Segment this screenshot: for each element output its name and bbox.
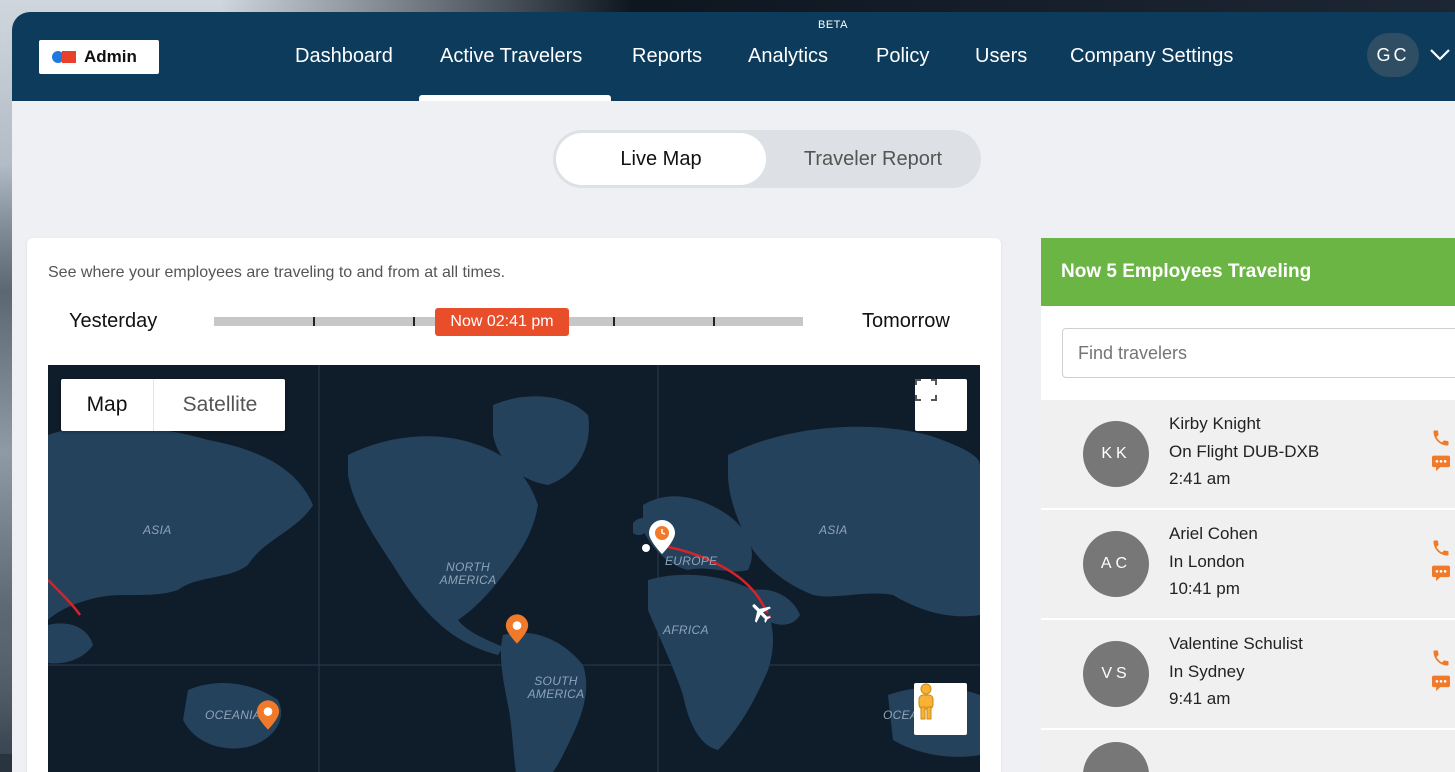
map-type-satellite-button[interactable]: Satellite: [153, 379, 286, 431]
logo-label: Admin: [84, 47, 137, 66]
region-label-africa: AFRICA: [663, 623, 709, 637]
nav-users[interactable]: Users: [975, 45, 1027, 68]
logo-square-icon: [62, 51, 76, 63]
phone-icon[interactable]: [1431, 428, 1451, 448]
nav-policy[interactable]: Policy: [876, 45, 929, 68]
nav-reports[interactable]: Reports: [632, 45, 702, 68]
traveler-status: In London: [1169, 552, 1245, 571]
map-type-toggle: Map Satellite: [61, 379, 285, 431]
map-type-map-button[interactable]: Map: [61, 379, 153, 431]
nav-analytics[interactable]: Analytics: [748, 45, 828, 68]
traveler-local-time: 10:41 pm: [1169, 579, 1240, 598]
timeline-tick: [413, 317, 415, 326]
live-map-card: See where your employees are traveling t…: [27, 238, 1001, 772]
region-label-oceania-east: OCEA: [883, 708, 919, 722]
region-label-south-america: SOUTH AMERICA: [527, 674, 585, 701]
region-label-europe: EUROPE: [665, 554, 718, 568]
phone-icon[interactable]: [1431, 648, 1451, 668]
traveler-row[interactable]: AC Ariel Cohen In London 10:41 pm: [1041, 510, 1455, 620]
traveler-avatar: AC: [1083, 531, 1149, 597]
traveler-avatar: [1083, 742, 1149, 772]
timeline-now-handle[interactable]: Now 02:41 pm: [435, 308, 569, 336]
chat-icon[interactable]: [1431, 454, 1451, 472]
region-label-asia-east: ASIA: [819, 523, 848, 537]
traveler-row[interactable]: VS Valentine Schulist In Sydney 9:41 am: [1041, 620, 1455, 730]
active-nav-indicator: [419, 95, 611, 101]
chat-icon[interactable]: [1431, 674, 1451, 692]
traveler-row[interactable]: [1041, 730, 1455, 772]
airplane-icon[interactable]: [748, 599, 774, 625]
traveler-status: In Sydney: [1169, 662, 1245, 681]
nav-company-settings[interactable]: Company Settings: [1070, 45, 1233, 68]
user-avatar[interactable]: GC: [1367, 33, 1419, 77]
timeline-yesterday-label: Yesterday: [69, 310, 158, 332]
map-description: See where your employees are traveling t…: [48, 264, 506, 281]
pegman-icon: [918, 683, 934, 720]
chevron-down-icon[interactable]: [1428, 42, 1452, 66]
traveler-row[interactable]: KK Kirby Knight On Flight DUB-DXB 2:41 a…: [1041, 400, 1455, 510]
region-label-north-america: NORTH AMERICA: [439, 560, 497, 587]
travelers-count-header: Now 5 Employees Traveling: [1041, 238, 1455, 306]
traveler-local-time: 2:41 am: [1169, 469, 1231, 488]
tab-live-map[interactable]: Live Map: [556, 133, 766, 185]
top-navigation: Admin Dashboard Active Travelers Reports…: [12, 12, 1455, 101]
map-pin-icon[interactable]: [505, 613, 529, 645]
timeline-tomorrow-label: Tomorrow: [862, 310, 950, 332]
travelers-list: KK Kirby Knight On Flight DUB-DXB 2:41 a…: [1041, 400, 1455, 772]
region-label-oceania: OCEANIA: [205, 708, 262, 722]
timeline-tick: [313, 317, 315, 326]
chat-icon[interactable]: [1431, 564, 1451, 582]
timeline-tick: [713, 317, 715, 326]
beta-badge: BETA: [818, 19, 848, 31]
traveler-name: Kirby Knight: [1169, 414, 1261, 433]
traveler-name: Ariel Cohen: [1169, 524, 1258, 543]
traveler-name: Valentine Schulist: [1169, 634, 1303, 653]
nav-active-travelers[interactable]: Active Travelers: [440, 45, 582, 68]
admin-window: Admin Dashboard Active Travelers Reports…: [12, 12, 1455, 772]
street-view-button[interactable]: [914, 683, 967, 735]
view-toggle: Live Map Traveler Report: [553, 130, 981, 188]
traveler-local-time: 9:41 am: [1169, 689, 1231, 708]
timeline-tick: [613, 317, 615, 326]
clock-map-pin-icon[interactable]: [648, 519, 676, 555]
tab-traveler-report[interactable]: Traveler Report: [768, 133, 978, 185]
origin-dot-icon: [642, 544, 650, 552]
find-travelers-input[interactable]: [1062, 328, 1455, 378]
region-label-asia: ASIA: [143, 523, 172, 537]
world-map[interactable]: ASIA NORTH AMERICA EUROPE ASIA AFRICA SO…: [48, 365, 980, 772]
traveler-avatar: VS: [1083, 641, 1149, 707]
nav-dashboard[interactable]: Dashboard: [295, 45, 393, 68]
fullscreen-icon: [915, 379, 937, 401]
map-pin-icon[interactable]: [256, 699, 280, 731]
fullscreen-button[interactable]: [915, 379, 967, 431]
phone-icon[interactable]: [1431, 538, 1451, 558]
travelers-panel: Now 5 Employees Traveling KK Kirby Knigh…: [1041, 238, 1455, 772]
admin-logo[interactable]: Admin: [39, 40, 159, 74]
traveler-status: On Flight DUB-DXB: [1169, 442, 1320, 461]
traveler-avatar: KK: [1083, 421, 1149, 487]
